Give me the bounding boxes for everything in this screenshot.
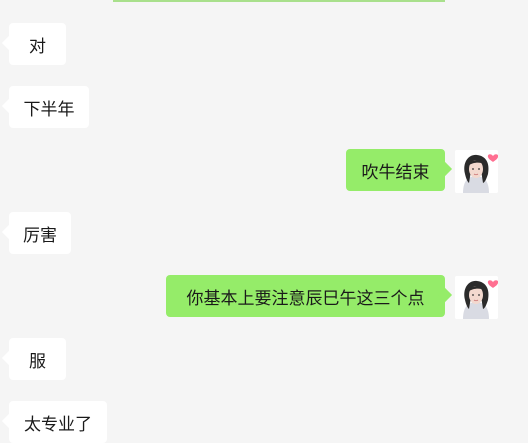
message-text: 你基本上要注意辰巳午这三个点 <box>186 288 425 309</box>
girl-avatar-icon <box>455 150 498 193</box>
message-text: 服 <box>29 351 46 372</box>
previous-message-edge <box>113 0 445 2</box>
message-bubble-received[interactable]: 厉害 <box>9 212 71 254</box>
message-bubble-received[interactable]: 服 <box>9 338 66 380</box>
message-bubble-sent[interactable]: 吹牛结束 <box>346 149 445 191</box>
girl-avatar-icon <box>455 276 498 319</box>
message-text: 下半年 <box>23 99 75 120</box>
user-avatar[interactable] <box>455 276 498 319</box>
user-avatar[interactable] <box>455 150 498 193</box>
message-text: 吹牛结束 <box>361 162 430 183</box>
message-text: 对 <box>29 36 46 57</box>
message-text: 厉害 <box>23 225 57 246</box>
message-bubble-received[interactable]: 对 <box>9 23 66 65</box>
message-text: 太专业了 <box>24 414 92 435</box>
message-bubble-received[interactable]: 下半年 <box>9 86 89 128</box>
message-bubble-received[interactable]: 太专业了 <box>9 401 107 443</box>
message-bubble-sent[interactable]: 你基本上要注意辰巳午这三个点 <box>166 275 445 317</box>
